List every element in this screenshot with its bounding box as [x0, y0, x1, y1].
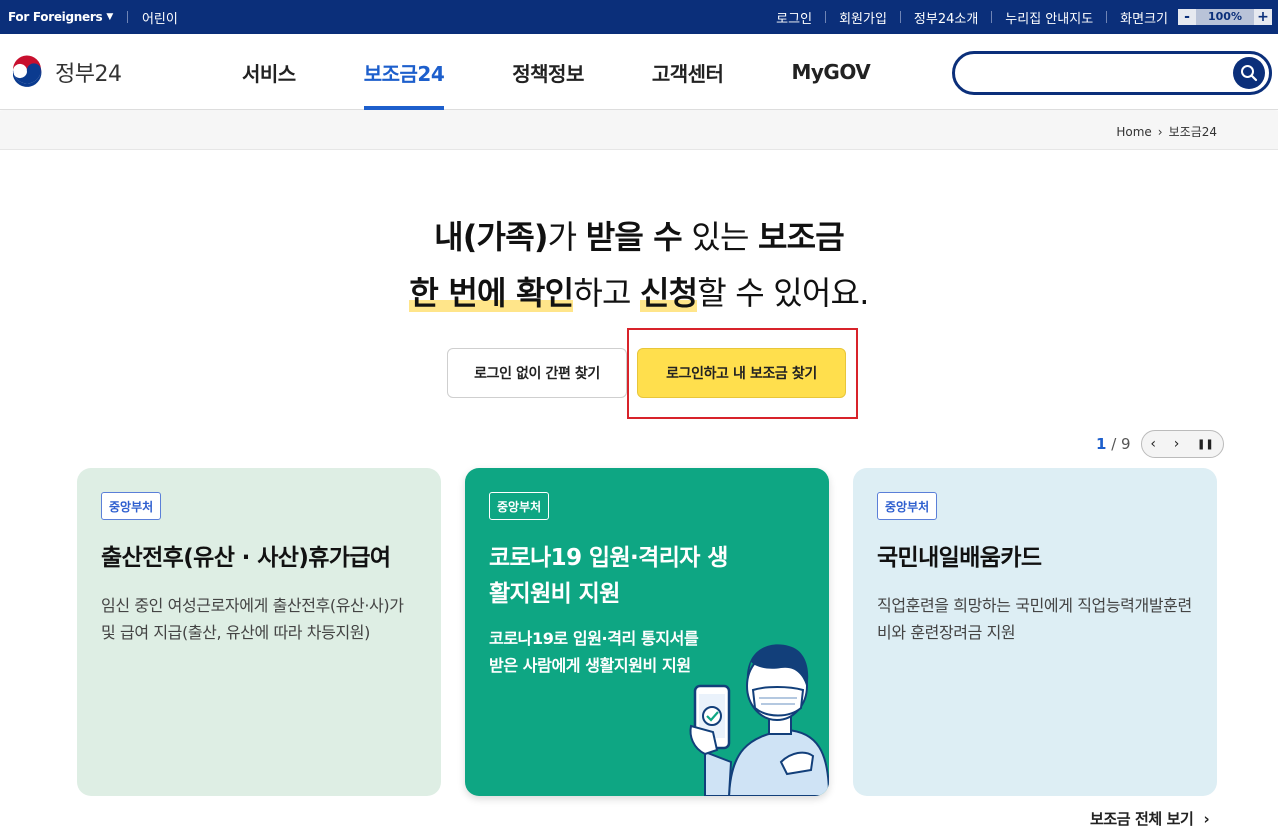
kids-link[interactable]: 어린이: [142, 8, 178, 27]
hero-text: 보조금: [757, 218, 845, 256]
divider: [1106, 11, 1108, 23]
hero-text-highlight: 한 번에 확인: [409, 274, 574, 312]
hero-text: 있는: [681, 218, 758, 256]
divider: [825, 11, 827, 23]
breadcrumb-current[interactable]: 보조금24: [1169, 123, 1217, 140]
subsidy-card[interactable]: 중앙부처 코로나19 입원·격리자 생활지원비 지원 코로나19로 입원·격리 …: [465, 468, 829, 796]
zoom-out-button[interactable]: -: [1178, 9, 1196, 25]
hero-heading-line2: 한 번에 확인하고 신청할 수 있어요.: [0, 268, 1278, 314]
card-title: 코로나19 입원·격리자 생활지원비 지원: [489, 545, 728, 607]
category-badge: 중앙부처: [877, 492, 938, 520]
chevron-right-icon: ›: [1157, 124, 1163, 139]
zoom-in-button[interactable]: +: [1254, 9, 1272, 25]
signup-link[interactable]: 회원가입: [839, 8, 887, 27]
category-badge: 중앙부처: [101, 492, 162, 520]
search-input[interactable]: [971, 62, 1221, 84]
zoom-value: 100%: [1196, 9, 1254, 25]
breadcrumb-bar: Home › 보조금24: [0, 111, 1278, 150]
nav-services[interactable]: 서비스: [242, 34, 296, 110]
search-icon: [1241, 65, 1258, 82]
search-button[interactable]: [1233, 57, 1265, 89]
carousel-pager: 1 / 9 ‹ › ❚❚: [1096, 430, 1224, 458]
slide-counter: 1 / 9: [1096, 435, 1131, 453]
pause-icon[interactable]: ❚❚: [1197, 439, 1214, 450]
view-all-label: 보조금 전체 보기: [1090, 810, 1194, 828]
screen-size-label: 화면크기: [1120, 11, 1168, 27]
breadcrumb: Home › 보조금24: [1116, 123, 1217, 140]
slide-current: 1: [1096, 435, 1107, 453]
prev-icon[interactable]: ‹: [1150, 436, 1156, 452]
hero-text: 내(가족): [434, 218, 548, 256]
nav-mygov[interactable]: MyGOV: [791, 34, 870, 110]
view-all-subsidies-link[interactable]: 보조금 전체 보기 ›: [1090, 808, 1210, 829]
category-badge: 중앙부처: [489, 492, 550, 520]
search-box: [952, 51, 1272, 95]
slide-total: / 9: [1111, 435, 1131, 453]
sitemap-link[interactable]: 누리집 안내지도: [1005, 8, 1093, 27]
subsidy-card[interactable]: 중앙부처 국민내일배움카드 직업훈련을 희망하는 국민에게 직업능력개발훈련비와…: [853, 468, 1217, 796]
card-description: 임신 중인 여성근로자에게 출산전후(유산·사)가 및 급여 지급(출산, 유산…: [101, 596, 404, 642]
main-nav: 서비스 보조금24 정책정보 고객센터 MyGOV: [242, 34, 938, 110]
carousel-controls: ‹ › ❚❚: [1140, 430, 1224, 458]
subsidy-card[interactable]: 중앙부처 출산전후(유산 · 사산)휴가급여 임신 중인 여성근로자에게 출산전…: [77, 468, 441, 796]
hero-heading-line1: 내(가족)가 받을 수 있는 보조금: [0, 212, 1278, 258]
breadcrumb-home[interactable]: Home: [1116, 125, 1151, 139]
for-foreigners-label: For Foreigners: [8, 10, 103, 24]
person-with-phone-illustration: [689, 644, 829, 796]
hero-text: 가: [547, 218, 586, 256]
logo-text: 정부24: [55, 62, 122, 87]
find-without-login-button[interactable]: 로그인 없이 간편 찾기: [447, 348, 627, 398]
card-description: 직업훈련을 희망하는 국민에게 직업능력개발훈련비와 훈련장려금 지원: [877, 596, 1192, 642]
next-icon[interactable]: ›: [1174, 436, 1180, 452]
chevron-right-icon: ›: [1203, 809, 1210, 828]
about-link[interactable]: 정부24소개: [914, 8, 978, 27]
card-title: 국민내일배움카드: [877, 545, 1042, 571]
divider: [991, 11, 993, 23]
nav-subsidy24[interactable]: 보조금24: [363, 34, 445, 110]
taegeuk-logo-icon: [8, 53, 46, 91]
highlight-box: [627, 328, 858, 419]
hero-text-highlight: 신청: [639, 274, 698, 312]
hero-text: 하고: [573, 274, 640, 312]
hero-text: 할 수 있어요.: [697, 274, 869, 312]
site-header: 정부24 서비스 보조금24 정책정보 고객센터 MyGOV: [0, 34, 1278, 110]
divider: [126, 11, 128, 23]
site-logo[interactable]: 정부24: [7, 52, 122, 92]
utility-bar: For Foreigners ▼ 어린이 로그인 회원가입 정부24소개 누리집…: [0, 0, 1278, 34]
zoom-control: - 100% +: [1178, 9, 1272, 25]
divider: [899, 11, 901, 23]
nav-policy-info[interactable]: 정책정보: [512, 34, 584, 110]
card-title: 출산전후(유산 · 사산)휴가급여: [101, 545, 391, 571]
caret-down-icon: ▼: [106, 12, 113, 22]
for-foreigners-menu[interactable]: For Foreigners ▼: [8, 10, 113, 24]
nav-customer-center[interactable]: 고객센터: [652, 34, 724, 110]
card-description: 코로나19로 입원·격리 통지서를 받은 사람에게 생활지원비 지원: [489, 629, 699, 675]
hero-text: 받을 수: [585, 218, 683, 256]
login-link[interactable]: 로그인: [776, 8, 812, 27]
